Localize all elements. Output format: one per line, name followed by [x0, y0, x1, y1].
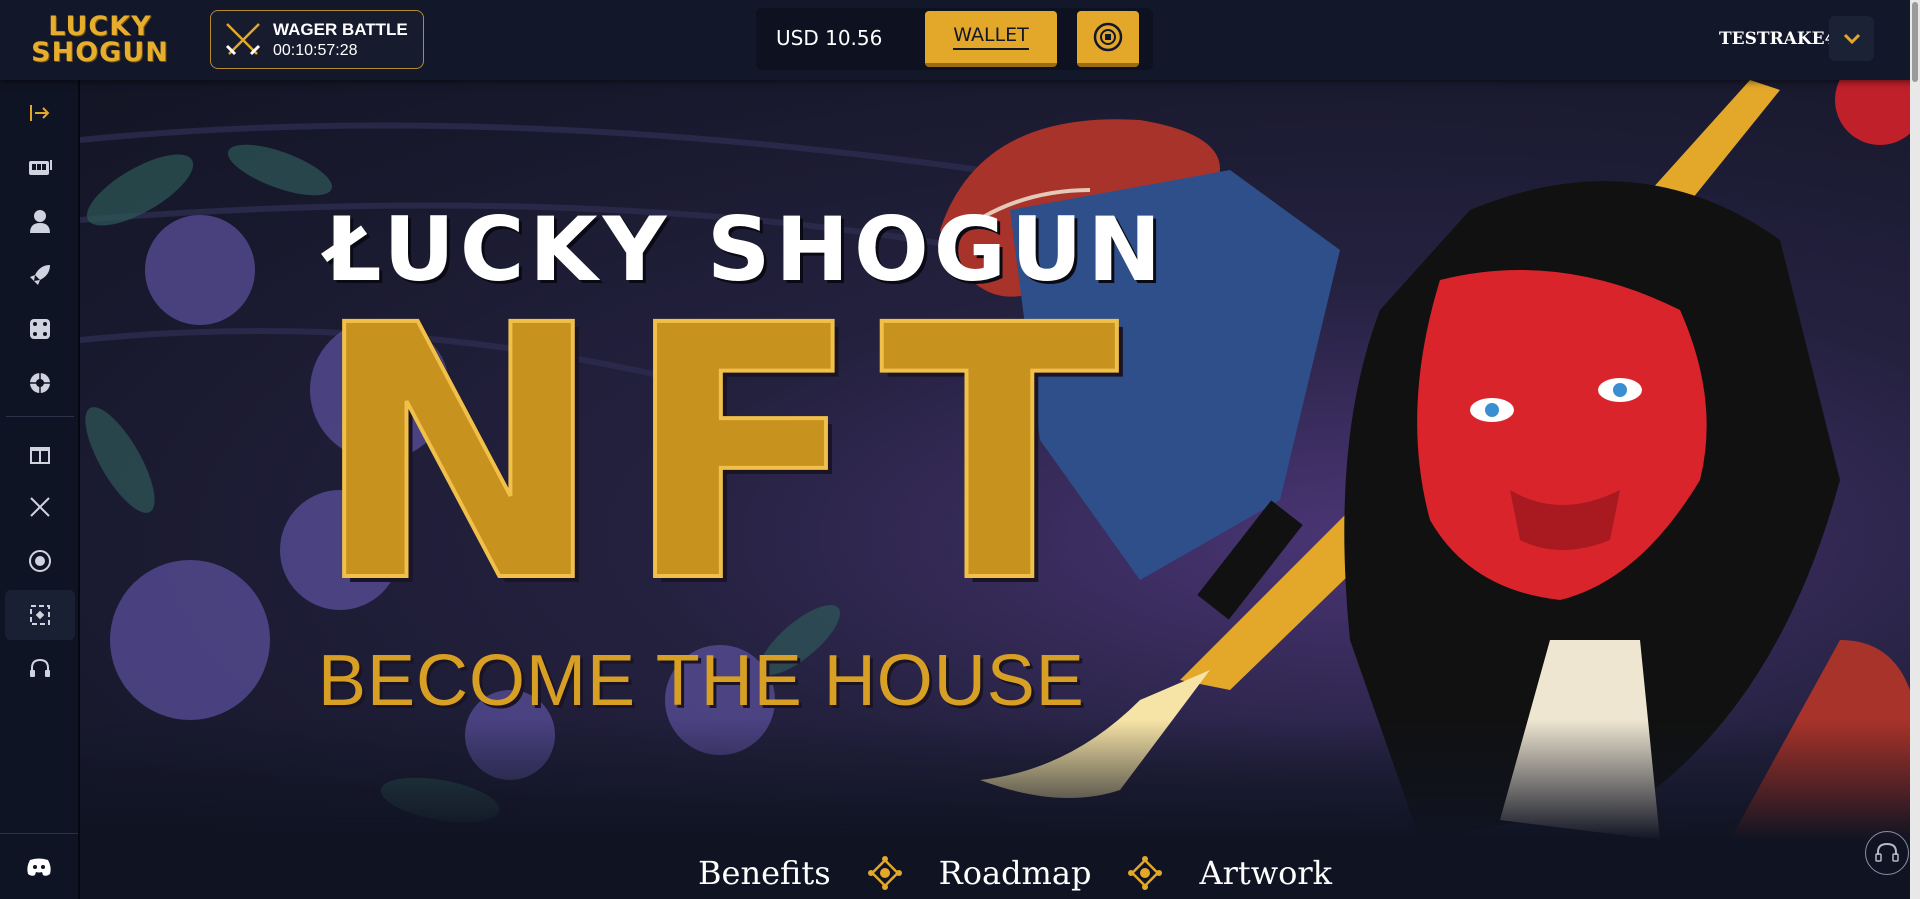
roulette-icon	[30, 373, 50, 393]
discord-icon	[27, 858, 51, 876]
scrollbar-thumb[interactable]	[1912, 2, 1918, 82]
tab-roadmap[interactable]: Roadmap	[939, 854, 1092, 892]
balance-amount: USD 10.56	[776, 26, 883, 50]
logo-line-2: SHOGUN	[31, 37, 169, 68]
sidebar-item-support[interactable]	[5, 644, 75, 694]
page-scrollbar[interactable]	[1910, 0, 1920, 899]
nft-section-tabs: Benefits Roadmap Artwork	[698, 848, 1332, 898]
slot-machine-icon	[29, 160, 52, 175]
sidebar-item-live-casino[interactable]	[5, 196, 75, 246]
sidebar-item-promotions[interactable]	[5, 428, 75, 478]
nft-hero-banner: ŁUCKY SHOGUN NFT BECOME THE HOUSE	[80, 80, 1920, 840]
chevron-down-icon	[1843, 33, 1860, 44]
hero-nft-heading: NFT	[310, 251, 1137, 659]
live-support-button[interactable]	[1865, 831, 1909, 875]
sidebar-item-slots[interactable]	[5, 142, 75, 192]
collapse-arrow-icon	[30, 105, 50, 121]
sidebar-collapse-button[interactable]	[5, 88, 75, 138]
top-bar: LUCKY SHOGUN WAGER BATTLE 00:10:57:28 US…	[0, 0, 1920, 80]
wallet-button[interactable]: WALLET	[925, 11, 1057, 67]
tab-artwork[interactable]: Artwork	[1199, 854, 1332, 892]
headset-icon	[30, 658, 50, 677]
sidebar-item-dice[interactable]	[5, 304, 75, 354]
sidebar-divider	[6, 416, 74, 417]
coin-button[interactable]	[1077, 11, 1139, 67]
crossed-swords-icon	[30, 497, 50, 517]
sidebar-item-token[interactable]	[5, 536, 75, 586]
hero-bottom-fade	[80, 720, 1920, 840]
hero-subtitle: BECOME THE HOUSE	[318, 641, 1085, 721]
gift-box-icon	[30, 447, 50, 464]
ornament-icon	[865, 853, 905, 893]
live-dealer-icon	[30, 210, 50, 233]
chip-icon	[29, 550, 51, 572]
wager-battle-timer: 00:10:57:28	[273, 41, 358, 59]
discord-link[interactable]	[0, 833, 78, 899]
user-menu-dropdown[interactable]	[1829, 16, 1874, 61]
sidebar-item-crash[interactable]	[5, 250, 75, 300]
sidebar-item-nft[interactable]	[5, 590, 75, 640]
wager-battle-widget[interactable]: WAGER BATTLE 00:10:57:28	[210, 10, 424, 69]
nft-icon	[30, 605, 50, 625]
sidebar-item-roulette[interactable]	[5, 358, 75, 408]
dice-icon	[30, 319, 50, 339]
sidebar-item-wager-battle[interactable]	[5, 482, 75, 532]
wallet-button-label: WALLET	[953, 24, 1029, 50]
rocket-icon	[30, 265, 50, 285]
headset-icon	[1875, 842, 1899, 862]
tab-benefits[interactable]: Benefits	[698, 854, 831, 892]
ornament-icon	[1125, 853, 1165, 893]
sidebar	[0, 80, 80, 899]
coin-icon	[1093, 22, 1123, 52]
crossed-swords-icon	[225, 22, 261, 55]
site-logo[interactable]: LUCKY SHOGUN	[31, 10, 169, 70]
wager-battle-title: WAGER BATTLE	[273, 19, 408, 39]
